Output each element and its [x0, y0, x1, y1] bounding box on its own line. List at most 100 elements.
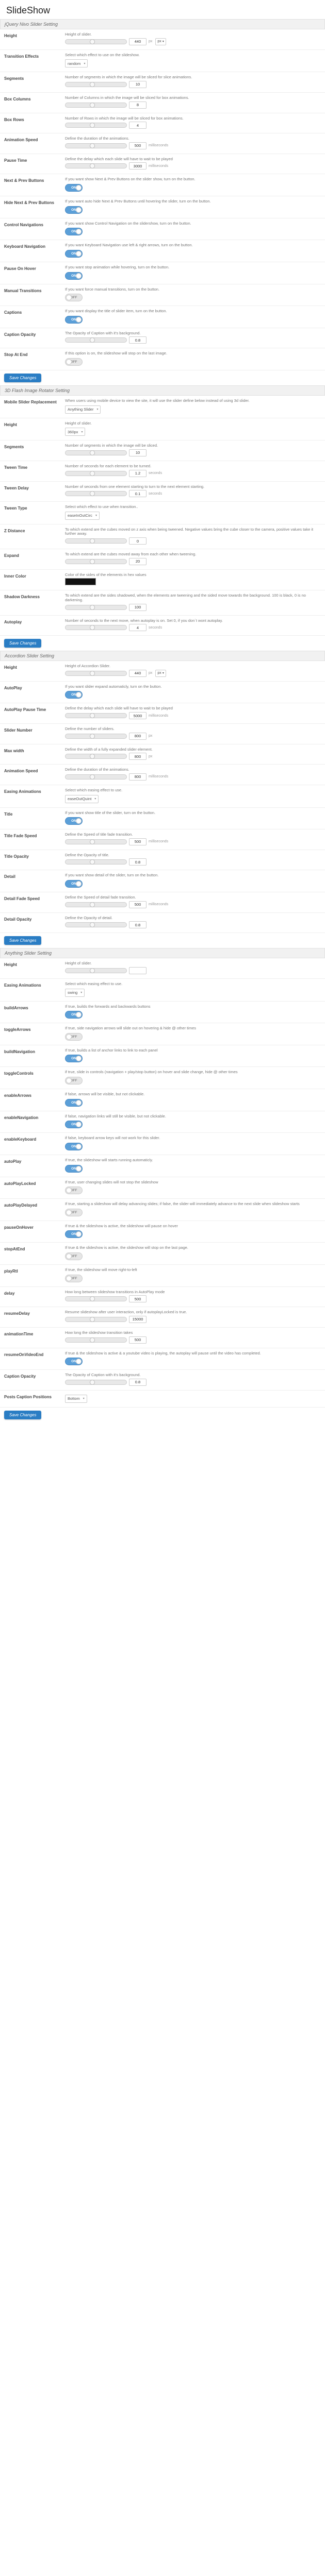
value-input[interactable]: 440 — [129, 670, 147, 677]
save-button[interactable]: Save Changes — [4, 1411, 41, 1419]
slider-handle[interactable] — [90, 774, 95, 779]
unit-select[interactable]: px ▾ — [155, 38, 166, 45]
slider-handle[interactable] — [90, 1337, 95, 1343]
slider-track[interactable] — [65, 123, 127, 128]
toggle-switch[interactable]: ON — [65, 1011, 83, 1019]
slider-handle[interactable] — [90, 922, 95, 927]
slider-handle[interactable] — [90, 471, 95, 476]
slider-track[interactable] — [65, 713, 127, 718]
value-input[interactable]: 0.8 — [129, 921, 147, 928]
slider-handle[interactable] — [90, 538, 95, 544]
save-button[interactable]: Save Changes — [4, 936, 41, 945]
select-dropdown[interactable]: swing▾ — [65, 989, 85, 997]
slider-handle[interactable] — [90, 968, 95, 973]
select-dropdown[interactable]: random▾ — [65, 59, 88, 67]
slider-track[interactable] — [65, 39, 127, 44]
toggle-switch[interactable]: ON — [65, 1121, 83, 1128]
slider-handle[interactable] — [90, 1296, 95, 1301]
slider-handle[interactable] — [90, 143, 95, 148]
toggle-switch[interactable]: ON — [65, 228, 83, 235]
toggle-switch[interactable]: ON — [65, 206, 83, 214]
value-input[interactable]: 10 — [129, 449, 147, 456]
toggle-switch[interactable]: OFF — [65, 1275, 83, 1282]
toggle-switch[interactable]: OFF — [65, 1077, 83, 1084]
toggle-switch[interactable]: OFF — [65, 1209, 83, 1216]
slider-track[interactable] — [65, 559, 127, 564]
slider-handle[interactable] — [90, 713, 95, 718]
value-input[interactable]: 500 — [129, 838, 147, 845]
slider-handle[interactable] — [90, 859, 95, 865]
toggle-switch[interactable]: OFF — [65, 1252, 83, 1260]
slider-track[interactable] — [65, 538, 127, 544]
value-input[interactable]: 100 — [129, 604, 147, 611]
value-input[interactable]: 0.1 — [129, 490, 147, 497]
toggle-switch[interactable]: ON — [65, 1099, 83, 1107]
slider-handle[interactable] — [90, 39, 95, 44]
toggle-switch[interactable]: OFF — [65, 1187, 83, 1194]
value-input[interactable]: 800 — [129, 773, 147, 781]
value-input[interactable]: 10 — [129, 81, 147, 88]
slider-track[interactable] — [65, 82, 127, 87]
save-button[interactable]: Save Changes — [4, 639, 41, 648]
slider-track[interactable] — [65, 605, 127, 610]
slider-track[interactable] — [65, 754, 127, 759]
value-input[interactable]: 500 — [129, 142, 147, 149]
slider-handle[interactable] — [90, 671, 95, 676]
save-button[interactable]: Save Changes — [4, 374, 41, 382]
slider-track[interactable] — [65, 163, 127, 168]
slider-track[interactable] — [65, 103, 127, 108]
toggle-switch[interactable]: ON — [65, 1055, 83, 1062]
value-input[interactable]: 0 — [129, 537, 147, 545]
toggle-switch[interactable]: ON — [65, 184, 83, 192]
slider-track[interactable] — [65, 859, 127, 865]
slider-handle[interactable] — [90, 605, 95, 610]
value-input[interactable]: 500 — [129, 1295, 147, 1302]
slider-handle[interactable] — [90, 82, 95, 87]
color-input[interactable] — [65, 578, 96, 585]
select-dropdown[interactable]: Bottom▾ — [65, 1395, 87, 1403]
slider-handle[interactable] — [90, 450, 95, 455]
toggle-switch[interactable]: ON — [65, 250, 83, 258]
slider-handle[interactable] — [90, 163, 95, 168]
value-input[interactable]: 4 — [129, 624, 147, 631]
slider-handle[interactable] — [90, 902, 95, 907]
slider-handle[interactable] — [90, 625, 95, 630]
slider-track[interactable] — [65, 968, 127, 973]
toggle-switch[interactable]: ON — [65, 1230, 83, 1238]
slider-track[interactable] — [65, 1296, 127, 1301]
slider-handle[interactable] — [90, 491, 95, 496]
slider-handle[interactable] — [90, 734, 95, 739]
slider-track[interactable] — [65, 143, 127, 148]
value-input[interactable]: 440 — [129, 38, 147, 45]
slider-track[interactable] — [65, 1337, 127, 1343]
select-dropdown[interactable]: Anything Slider▾ — [65, 405, 101, 414]
value-input[interactable]: 500 — [129, 901, 147, 908]
value-input[interactable]: 20 — [129, 558, 147, 565]
slider-track[interactable] — [65, 491, 127, 496]
select-dropdown[interactable]: easeOutQuint▾ — [65, 795, 99, 803]
value-input[interactable]: 800 — [129, 733, 147, 740]
slider-handle[interactable] — [90, 1380, 95, 1385]
toggle-switch[interactable]: OFF — [65, 358, 83, 366]
toggle-switch[interactable]: ON — [65, 316, 83, 324]
slider-track[interactable] — [65, 902, 127, 907]
toggle-switch[interactable]: ON — [65, 691, 83, 699]
toggle-switch[interactable]: ON — [65, 817, 83, 825]
toggle-switch[interactable]: ON — [65, 1143, 83, 1150]
value-input[interactable]: 0.8 — [129, 858, 147, 866]
value-input[interactable]: 5000 — [129, 712, 147, 719]
slider-handle[interactable] — [90, 103, 95, 108]
slider-track[interactable] — [65, 337, 127, 343]
slider-track[interactable] — [65, 734, 127, 739]
slider-track[interactable] — [65, 839, 127, 844]
value-input[interactable]: 0.8 — [129, 1379, 147, 1386]
value-input[interactable]: 1.2 — [129, 470, 147, 477]
value-input[interactable] — [129, 967, 147, 974]
slider-handle[interactable] — [90, 123, 95, 128]
select-dropdown[interactable]: easeInOutCirc▾ — [65, 512, 100, 520]
slider-handle[interactable] — [90, 559, 95, 564]
slider-track[interactable] — [65, 625, 127, 630]
select-dropdown[interactable]: 360px▾ — [65, 428, 85, 436]
slider-track[interactable] — [65, 1317, 127, 1322]
value-input[interactable]: 800 — [129, 753, 147, 760]
